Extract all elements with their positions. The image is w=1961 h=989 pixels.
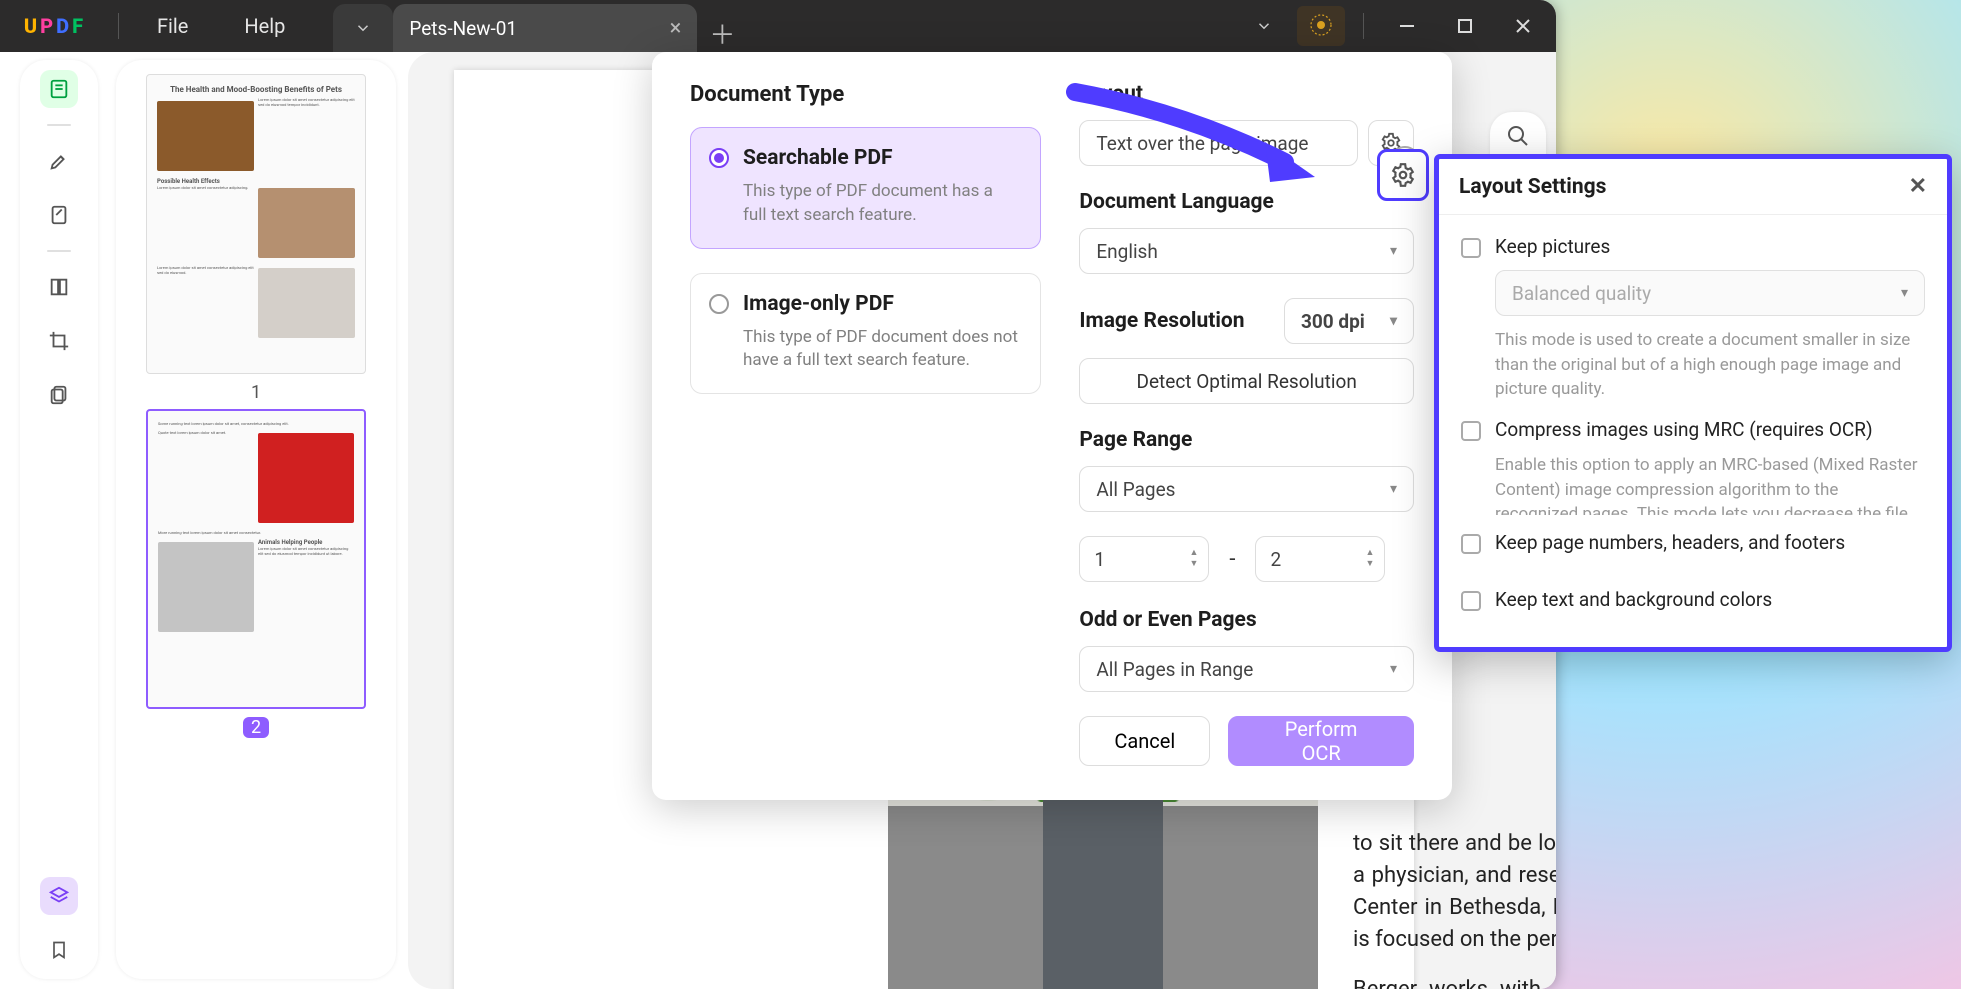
- document-tab[interactable]: Pets-New-01 ×: [393, 4, 697, 52]
- tool-pages[interactable]: [40, 376, 78, 414]
- flyout-title: Layout Settings: [1459, 175, 1606, 199]
- tool-crop[interactable]: [40, 322, 78, 360]
- chevron-down-icon: ▾: [1390, 243, 1397, 259]
- tabs-overflow-icon[interactable]: [1239, 6, 1289, 46]
- titlebar-right: [1239, 6, 1556, 46]
- spinner-icon[interactable]: ▲▼: [1366, 549, 1375, 569]
- checkbox-keep-headers[interactable]: [1461, 534, 1481, 554]
- separator: [1363, 13, 1364, 39]
- layout-value: Text over the page image: [1096, 132, 1308, 155]
- odd-even-heading: Odd or Even Pages: [1079, 608, 1414, 632]
- range-to-input[interactable]: 2 ▲▼: [1255, 536, 1385, 582]
- page-number-2: 2: [243, 717, 269, 738]
- label-keep-pictures: Keep pictures: [1495, 235, 1610, 258]
- page-thumbnail-2[interactable]: Some running text lorem ipsum dolor sit …: [146, 409, 366, 709]
- chevron-down-icon: ▾: [1901, 285, 1908, 301]
- tool-reader[interactable]: [40, 70, 78, 108]
- label-keep-headers: Keep page numbers, headers, and footers: [1495, 531, 1845, 554]
- checkbox-mrc[interactable]: [1461, 421, 1481, 441]
- layout-settings-flyout: Layout Settings ✕ Keep pictures Balanced…: [1434, 154, 1952, 652]
- chevron-down-icon: ▾: [1390, 661, 1397, 677]
- cancel-button[interactable]: Cancel: [1079, 716, 1210, 766]
- page-range-value: All Pages: [1096, 478, 1175, 501]
- annotation-gear-highlight: [1377, 149, 1429, 201]
- doctype-heading: Document Type: [690, 82, 1041, 107]
- resolution-select[interactable]: 300 dpi ▾: [1284, 298, 1414, 344]
- menu-file[interactable]: File: [129, 14, 216, 38]
- resolution-heading: Image Resolution: [1079, 309, 1244, 333]
- close-tab-icon[interactable]: ×: [670, 16, 682, 41]
- chevron-down-icon: ▾: [1390, 481, 1397, 497]
- left-toolbar: [20, 60, 98, 979]
- thumb-heading: The Health and Mood-Boosting Benefits of…: [157, 85, 355, 94]
- tool-bookmark[interactable]: [40, 931, 78, 969]
- perform-ocr-button[interactable]: Perform OCR: [1228, 716, 1414, 766]
- divider: [47, 250, 71, 252]
- option-title: Searchable PDF: [743, 146, 1020, 170]
- detect-resolution-button[interactable]: Detect Optimal Resolution: [1079, 358, 1414, 404]
- spinner-icon[interactable]: ▲▼: [1189, 549, 1198, 569]
- option-title: Image-only PDF: [743, 292, 1020, 316]
- picture-quality-description: This mode is used to create a document s…: [1495, 328, 1925, 402]
- app-logo: UPDF: [0, 14, 108, 38]
- separator: [118, 13, 119, 39]
- page-body-text-2: to sit there and be loving," says Dr. An…: [1353, 828, 1556, 989]
- page-thumbnail-1[interactable]: The Health and Mood-Boosting Benefits of…: [146, 74, 366, 374]
- radio-icon: [709, 148, 729, 168]
- picture-quality-select[interactable]: Balanced quality ▾: [1495, 270, 1925, 316]
- tab-strip: Pets-New-01 × ＋: [333, 0, 747, 52]
- option-searchable-pdf[interactable]: Searchable PDF This type of PDF document…: [690, 127, 1041, 249]
- odd-even-select[interactable]: All Pages in Range ▾: [1079, 646, 1414, 692]
- window-maximize-button[interactable]: [1440, 6, 1490, 46]
- titlebar: UPDF File Help Pets-New-01 × ＋: [0, 0, 1556, 52]
- window-close-button[interactable]: [1498, 6, 1548, 46]
- new-tab-button[interactable]: ＋: [697, 15, 747, 52]
- mrc-description: Enable this option to apply an MRC-based…: [1495, 453, 1925, 515]
- divider: [47, 124, 71, 126]
- layout-select[interactable]: Text over the page image: [1079, 120, 1358, 166]
- page-range-select[interactable]: All Pages ▾: [1079, 466, 1414, 512]
- chevron-down-icon: ▾: [1390, 313, 1397, 329]
- label-mrc: Compress images using MRC (requires OCR): [1495, 418, 1873, 441]
- search-icon[interactable]: [1506, 124, 1530, 148]
- ai-assistant-button[interactable]: [1297, 6, 1345, 46]
- tool-organize[interactable]: [40, 268, 78, 306]
- option-description: This type of PDF document has a full tex…: [743, 180, 1020, 228]
- option-description: This type of PDF document does not have …: [743, 326, 1020, 374]
- label-keep-colors: Keep text and background colors: [1495, 588, 1772, 611]
- checkbox-keep-pictures[interactable]: [1461, 238, 1481, 258]
- range-dash: -: [1229, 547, 1235, 572]
- tool-edit[interactable]: [40, 196, 78, 234]
- resolution-value: 300 dpi: [1301, 310, 1365, 333]
- radio-icon: [709, 294, 729, 314]
- picture-quality-value: Balanced quality: [1512, 282, 1651, 305]
- language-select[interactable]: English ▾: [1079, 228, 1414, 274]
- close-icon[interactable]: ✕: [1909, 174, 1927, 199]
- page-number-1: 1: [251, 382, 261, 403]
- ocr-settings-panel: Document Type Searchable PDF This type o…: [652, 52, 1452, 800]
- menu-help[interactable]: Help: [216, 14, 313, 38]
- range-from-input[interactable]: 1 ▲▼: [1079, 536, 1209, 582]
- odd-even-value: All Pages in Range: [1096, 658, 1253, 681]
- option-image-only-pdf[interactable]: Image-only PDF This type of PDF document…: [690, 273, 1041, 395]
- layout-heading: Layout: [1079, 82, 1414, 106]
- language-value: English: [1096, 240, 1157, 263]
- checkbox-keep-colors[interactable]: [1461, 591, 1481, 611]
- window-minimize-button[interactable]: [1382, 6, 1432, 46]
- document-tab-title: Pets-New-01: [409, 17, 517, 40]
- range-heading: Page Range: [1079, 428, 1414, 452]
- thumbnail-panel: The Health and Mood-Boosting Benefits of…: [116, 60, 396, 979]
- language-heading: Document Language: [1079, 190, 1414, 214]
- tool-highlight[interactable]: [40, 142, 78, 180]
- tool-layers[interactable]: [40, 877, 78, 915]
- home-tab[interactable]: [333, 4, 393, 52]
